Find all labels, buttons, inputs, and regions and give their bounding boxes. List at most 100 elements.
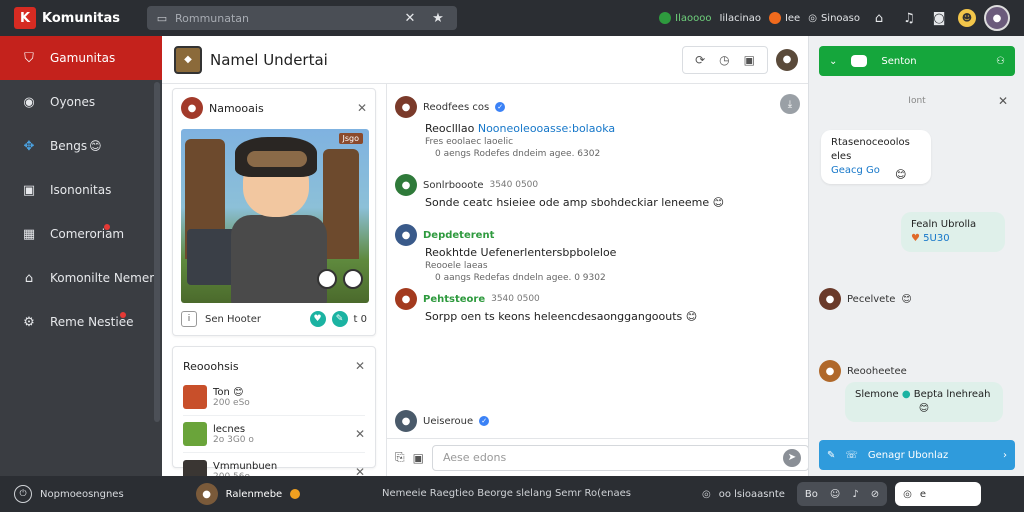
- alert-icon: [768, 12, 781, 24]
- sidebar-item-reme-nestiee[interactable]: ⚙ Reme Nestiee: [0, 300, 162, 344]
- home-icon: ⌂: [24, 270, 34, 286]
- sidebar-item-komonilte-nemem[interactable]: ⌂ Komonilte Nemem: [0, 256, 162, 300]
- avatar: ●: [181, 97, 203, 119]
- app-title: Komunitas: [42, 10, 121, 26]
- chat-message: Slemone ● Bepta lnehreah 😊: [845, 382, 1003, 422]
- pin-icon[interactable]: ★: [427, 7, 449, 29]
- share-button-icon[interactable]: [343, 269, 363, 289]
- quick-action-pill[interactable]: ◎ e: [895, 482, 982, 506]
- close-icon[interactable]: ✕: [998, 94, 1008, 108]
- settings-icon[interactable]: ◎: [702, 489, 711, 500]
- sidebar-item-bengs[interactable]: ✥ Bengs 😊: [0, 124, 162, 168]
- like-icon[interactable]: ♥: [309, 311, 326, 327]
- close-icon[interactable]: ✕: [399, 7, 421, 29]
- close-icon[interactable]: ✕: [355, 427, 365, 441]
- emoji-icon[interactable]: ☺: [830, 489, 840, 500]
- sidebar-item-gamunitas[interactable]: ⛉ Gamunitas: [0, 36, 162, 80]
- music-icon[interactable]: ♪: [852, 489, 858, 500]
- power-icon[interactable]: ⏻: [14, 485, 32, 503]
- feed-post: ● Reodfees cos ✓ Reoclllao Nooneoleooass…: [395, 96, 800, 159]
- play-button-icon[interactable]: [317, 269, 337, 289]
- avatar[interactable]: ●: [395, 96, 417, 118]
- top-bar: K Komunitas ▭ ✕ ★ Ilaoooo Iilacinao Iee …: [0, 0, 1024, 36]
- phone-icon: ☏: [845, 449, 858, 461]
- emoji-icon[interactable]: ☻: [958, 9, 976, 27]
- chat-message: Fealn Ubrolla ♥ 5U30: [901, 212, 1005, 252]
- close-icon[interactable]: ✕: [355, 359, 365, 373]
- chat-message: Rtasenoceoolos eles Geacg Go: [821, 130, 931, 184]
- toolbar: ⟳ ◷ ▣: [682, 45, 768, 74]
- avatar[interactable]: ●: [395, 410, 417, 432]
- chevron-down-icon[interactable]: ⌄: [829, 56, 837, 67]
- record-icon: ▣: [22, 182, 36, 198]
- sidebar-item-oyones[interactable]: ◉ Oyones: [0, 80, 162, 124]
- chat-header-bar[interactable]: ⌄ Senton ⚇: [819, 46, 1015, 76]
- verified-icon: ✓: [479, 416, 490, 426]
- verified-icon: ✓: [495, 102, 506, 112]
- search-input[interactable]: [175, 11, 393, 25]
- image-icon[interactable]: ▣: [744, 53, 755, 67]
- message-input[interactable]: [431, 444, 809, 471]
- comment-icon[interactable]: ✎: [331, 311, 348, 327]
- music-icon[interactable]: ♫: [898, 7, 920, 29]
- list-item[interactable]: lecnes 2o 3G0 o ✕: [183, 416, 365, 453]
- status-chip-a[interactable]: Ilaoooo: [659, 12, 711, 24]
- notification-badge: [104, 224, 110, 230]
- sidebar-item-comeroriam[interactable]: ▦ Comeroriam: [0, 212, 162, 256]
- emoji-icon: 😊: [233, 386, 244, 398]
- status-chip-b[interactable]: Iilacinao: [719, 13, 761, 24]
- emoji-icon: 😊: [901, 293, 912, 305]
- refresh-icon[interactable]: ⟳: [695, 53, 705, 67]
- chat-cta-button[interactable]: ✎ ☏ Genagr Ubonlaz ›: [819, 440, 1015, 470]
- home-icon[interactable]: ⌂: [868, 7, 890, 29]
- status-chip-c[interactable]: Iee: [768, 12, 800, 24]
- notification-badge: [120, 312, 126, 318]
- feed-post: ● Depdeterent Reokhtde Uefenerlentersbpb…: [395, 224, 800, 283]
- sidebar-item-isononitas[interactable]: ▣ Isononitas: [0, 168, 162, 212]
- avatar[interactable]: ●: [395, 174, 417, 196]
- game-artwork[interactable]: Jsgo: [181, 129, 369, 303]
- chat-user-row[interactable]: ● Pecelvete 😊: [819, 288, 912, 310]
- sidebar-scrollbar[interactable]: [154, 82, 160, 422]
- at-icon: ◎: [808, 12, 817, 24]
- user-avatar[interactable]: ●: [776, 48, 798, 71]
- card-title: Reooohsis: [183, 359, 239, 373]
- crate-shape: [187, 229, 237, 285]
- bubble-icon: ◉: [23, 94, 35, 110]
- users-icon[interactable]: ⚇: [996, 56, 1005, 67]
- info-icon: i: [181, 311, 197, 327]
- avatar: ●: [819, 360, 841, 382]
- feed-post: ● Ueiseroue ✓: [395, 410, 800, 432]
- camera-icon[interactable]: ◙: [928, 7, 950, 29]
- avatar[interactable]: ●: [984, 5, 1010, 31]
- app-logo[interactable]: K Komunitas: [0, 7, 145, 29]
- tree-shape: [323, 149, 359, 259]
- emoji-icon: 😊: [712, 196, 725, 209]
- status-chip-d[interactable]: ◎ Sinoaso: [808, 13, 860, 24]
- card-title: Namooais: [209, 101, 264, 115]
- sidebar: ⛉ Gamunitas ◉ Oyones ✥ Bengs 😊 ▣ Isononi…: [0, 36, 162, 476]
- card-footer-label: Sen Hooter: [205, 313, 261, 325]
- image-icon[interactable]: ▣: [413, 451, 424, 465]
- chat-user-row[interactable]: ● Reooheetee: [819, 360, 907, 382]
- alert-icon[interactable]: ⊘: [871, 489, 879, 500]
- control-pill[interactable]: Bo ☺ ♪ ⊘: [796, 482, 888, 506]
- avatar[interactable]: ●: [395, 288, 417, 310]
- grid-icon: ▦: [22, 226, 36, 242]
- send-icon[interactable]: ➤: [783, 448, 801, 467]
- bottom-center-text: Nemeeie Raegtieo Beorge slelang Semr Ro(…: [382, 488, 631, 499]
- shield-icon: ⛉: [24, 50, 34, 66]
- feed-post: ● Sonlrbooote 3540 0500 Sonde ceatc hsie…: [395, 174, 800, 209]
- emoji-icon: 😊: [895, 168, 907, 181]
- thumbnail: [183, 422, 207, 446]
- game-avatar: ◆: [174, 45, 202, 74]
- close-icon[interactable]: ✕: [357, 101, 367, 115]
- history-icon[interactable]: ◷: [719, 53, 729, 67]
- list-item[interactable]: Ton 😊 200 eSo: [183, 379, 365, 416]
- search-bar[interactable]: ▭ ✕ ★: [147, 6, 457, 30]
- avatar[interactable]: ●: [195, 483, 218, 505]
- attach-icon[interactable]: ⎘: [395, 450, 405, 465]
- avatar[interactable]: ●: [395, 224, 417, 246]
- badge-icon: [290, 489, 301, 499]
- recent-list-card: Reooohsis ✕ Ton 😊 200 eSo lecnes 2o 3G0 …: [172, 346, 376, 484]
